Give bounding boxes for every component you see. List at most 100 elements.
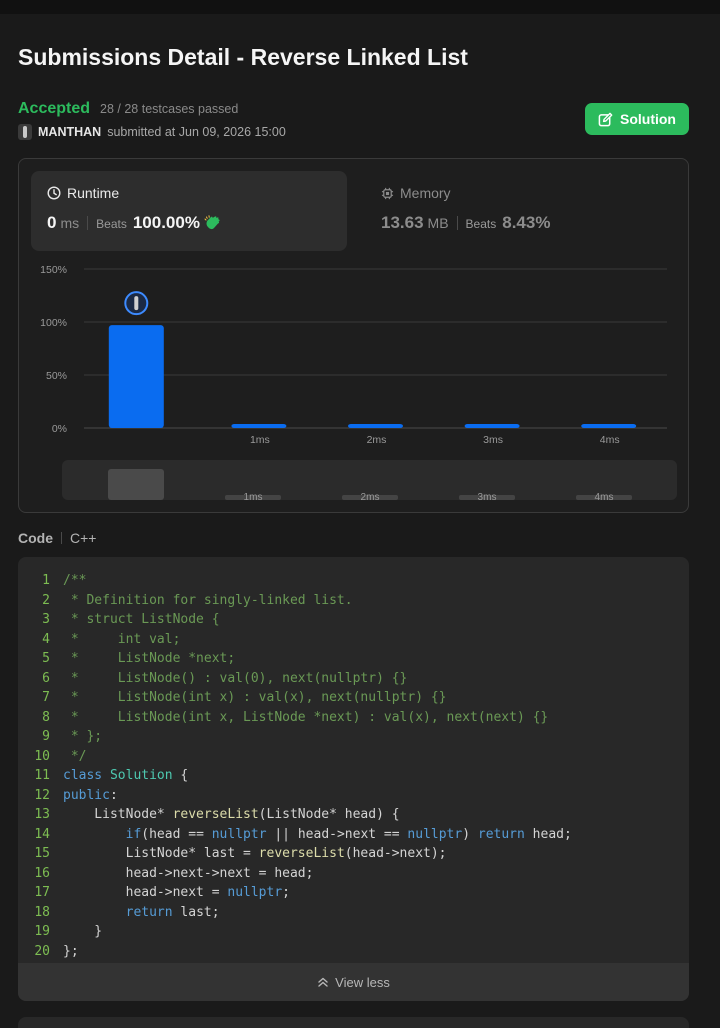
avatar-marker-figure (134, 296, 139, 311)
code-line: 13 ListNode* reverseList(ListNode* head)… (18, 805, 572, 825)
line-number: 20 (34, 943, 50, 959)
code-line-text: return last; (125, 904, 220, 920)
mini-x-label: 1ms (244, 492, 263, 503)
top-bar (0, 0, 720, 14)
chart-x-tick-label: 3ms (483, 434, 503, 446)
mini-x-label: 4ms (595, 492, 614, 503)
line-number: 17 (34, 885, 50, 900)
submitted-by-row: MANTHAN submitted at Jun 09, 2026 15:00 (18, 124, 286, 140)
line-number: 14 (34, 826, 50, 842)
code-line-text: head->next = nullptr; (63, 885, 290, 900)
line-number: 5 (42, 651, 50, 666)
chart-x-tick-label: 4ms (600, 434, 620, 446)
line-number: 18 (34, 904, 50, 920)
code-line-text: */ (63, 748, 87, 764)
testcases-passed: 28 / 28 testcases passed (100, 102, 239, 116)
chart-x-tick-label: 1ms (250, 434, 270, 446)
code-line-text: * struct ListNode { (63, 612, 220, 627)
code-line-text: }; (63, 943, 79, 959)
chart-bar (108, 325, 164, 428)
code-line: 14 if(head == nullptr || head->next == n… (18, 825, 572, 845)
code-panel: 1 /** 2 * Definition for singly-linked lis… (18, 557, 689, 1001)
code-line: 9 * }; (18, 727, 572, 747)
line-number: 9 (42, 729, 50, 744)
chart-bar (581, 424, 637, 428)
runtime-distribution-chart: 150% 100% 50% 0% 1ms 2ms 3ms 4ms 1ms 2ms 3ms 4ms (40, 264, 667, 503)
next-section-card (18, 1017, 689, 1028)
chart-bar (348, 424, 403, 428)
page-title: Submissions Detail - Reverse Linked List (18, 44, 468, 70)
line-number: 7 (42, 690, 50, 705)
code-line: 6 * ListNode() : val(0), next(nullptr) {… (18, 669, 572, 689)
line-number: 8 (42, 709, 50, 725)
code-line: 11 class Solution { (18, 766, 572, 786)
line-number: 15 (34, 846, 50, 861)
code-line-text: * ListNode *next; (63, 651, 236, 666)
chevrons-up-icon (318, 977, 328, 987)
code-line-text: /** (63, 573, 87, 588)
code-line-text: class Solution { (63, 768, 189, 783)
language-label: C++ (70, 530, 97, 546)
line-number: 13 (34, 807, 50, 822)
line-number: 16 (34, 865, 50, 881)
line-number: 19 (34, 924, 50, 939)
chart-y-tick-label: 150% (40, 264, 67, 276)
code-line-text: if(head == nullptr || head->next == null… (125, 826, 572, 842)
code-label: Code (18, 530, 53, 546)
code-line-text: public: (63, 787, 118, 803)
solution-button-label: Solution (620, 111, 676, 127)
code-line: 19 } (18, 922, 572, 942)
code-line: 18 return last; (18, 903, 572, 923)
chart-bar (464, 424, 520, 428)
mini-x-label: 2ms (361, 492, 380, 503)
code-line: 4 * int val; (18, 630, 572, 650)
line-number: 10 (34, 748, 50, 764)
solution-button[interactable]: Solution (585, 103, 689, 135)
performance-panel: Runtime 0 ms Beats 100.00% Memory 13.63 … (18, 158, 689, 513)
code-line: 20}; (18, 942, 572, 962)
code-line: 7 * ListNode(int x) : val(x), next(nullp… (18, 688, 572, 708)
code-line: 10 */ (18, 747, 572, 767)
code-line: 12 public: (18, 786, 572, 806)
code-line-text: * Definition for singly-linked list. (63, 592, 353, 608)
line-number: 1 (42, 573, 50, 588)
code-line-text: * ListNode(int x) : val(x), next(nullptr… (63, 690, 447, 705)
submitted-at-text: submitted at Jun 09, 2026 15:00 (107, 125, 286, 139)
line-number: 2 (42, 592, 50, 608)
chart-y-tick-label: 0% (52, 423, 67, 435)
code-line: 8 * ListNode(int x, ListNode *next) : va… (18, 708, 572, 728)
status-row: Accepted 28 / 28 testcases passed (18, 100, 238, 118)
user-avatar[interactable] (18, 124, 32, 140)
mini-bar-highlight (108, 469, 164, 500)
line-number: 3 (42, 612, 50, 627)
code-line-text: ListNode* last = reverseList(head->next)… (63, 846, 447, 861)
line-number: 11 (34, 768, 50, 783)
chart-y-tick-label: 100% (40, 317, 67, 329)
chart-x-tick-label: 2ms (367, 434, 387, 446)
view-less-label: View less (335, 974, 390, 990)
view-less-button[interactable]: View less (18, 963, 689, 1001)
code-block: 1 /** 2 * Definition for singly-linked lis… (18, 571, 572, 962)
code-line-text: head->next->next = head; (63, 865, 314, 881)
mini-x-label: 3ms (478, 492, 497, 503)
code-section-header: Code C++ (18, 530, 96, 546)
code-line: 1 /** (18, 571, 572, 591)
chart-y-tick-label: 50% (46, 370, 67, 382)
code-line-text: ListNode* reverseList(ListNode* head) { (63, 807, 400, 822)
code-line: 3 * struct ListNode { (18, 610, 572, 630)
code-line: 17 head->next = nullptr; (18, 883, 572, 903)
code-line-text: } (63, 924, 103, 939)
code-line-text: * }; (63, 729, 103, 744)
line-number: 12 (34, 787, 50, 803)
edit-icon (598, 112, 613, 126)
code-line-text: * int val; (63, 631, 181, 647)
line-number: 6 (42, 670, 50, 686)
code-header-separator (61, 532, 62, 544)
code-line: 16 head->next->next = head; (18, 864, 572, 884)
code-line: 2 * Definition for singly-linked list. (18, 591, 572, 611)
status-accepted: Accepted (18, 100, 91, 117)
username-link[interactable]: MANTHAN (38, 125, 101, 139)
code-line-text: * ListNode() : val(0), next(nullptr) {} (63, 670, 408, 686)
code-line-text: * ListNode(int x, ListNode *next) : val(… (63, 709, 549, 725)
code-line: 15 ListNode* last = reverseList(head->ne… (18, 844, 572, 864)
